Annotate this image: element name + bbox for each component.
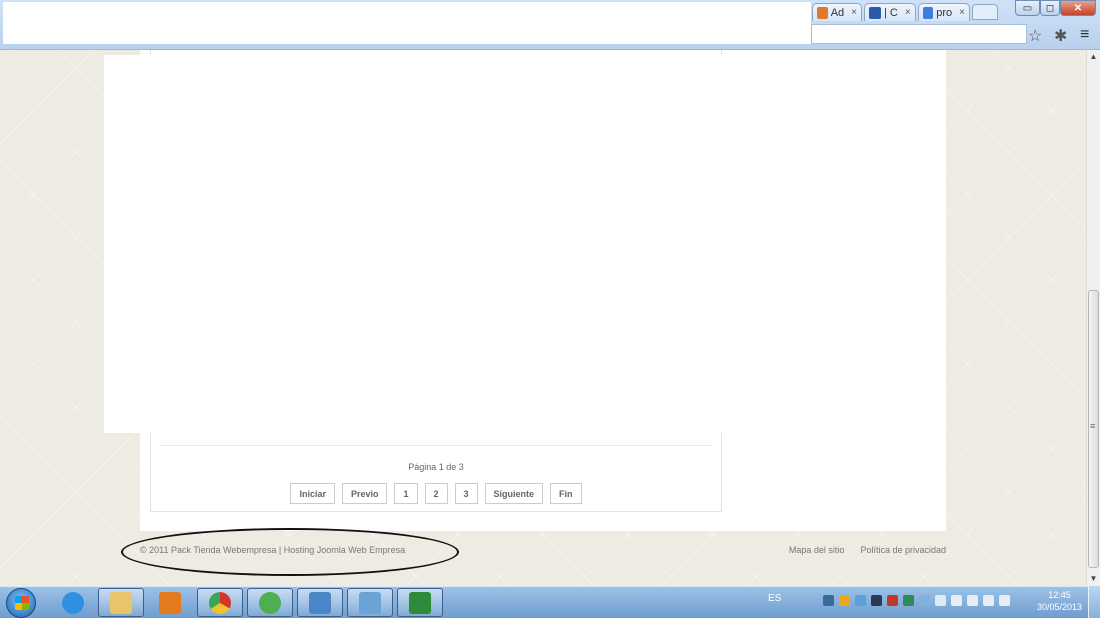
tray-volume-icon[interactable]	[999, 595, 1010, 606]
messenger-icon	[259, 591, 281, 614]
start-button[interactable]	[6, 588, 36, 618]
tray-app-icon[interactable]	[855, 595, 866, 606]
notes-icon	[359, 591, 381, 614]
excel-icon	[409, 591, 431, 614]
tab-favicon-icon	[869, 6, 881, 19]
minimize-button[interactable]: ▭	[1015, 0, 1040, 16]
tab-favicon-icon	[923, 6, 934, 19]
redacted-region	[3, 2, 811, 44]
address-bar[interactable]	[811, 24, 1027, 44]
pager-first-button[interactable]: Iniciar	[290, 483, 335, 504]
pagination: Iniciar Previo 1 2 3 Siguiente Fin	[150, 483, 722, 504]
clock[interactable]: 12:45 30/05/2013	[1037, 589, 1082, 613]
system-tray	[823, 595, 1010, 606]
windows-logo-icon	[15, 596, 29, 610]
tray-network-icon[interactable]	[823, 595, 834, 606]
tray-sync-icon[interactable]	[919, 595, 930, 606]
tab-close-icon[interactable]: ×	[905, 7, 911, 18]
media-player-icon	[159, 591, 181, 614]
vertical-scrollbar[interactable]: ▲ ≡ ▼	[1086, 50, 1100, 586]
taskbar-app[interactable]	[297, 588, 343, 617]
tray-signal-icon[interactable]	[983, 595, 994, 606]
footer-link-sitemap[interactable]: Mapa del sitio	[789, 545, 845, 555]
web-page: Página 1 de 3 Iniciar Previo 1 2 3 Sigui…	[0, 50, 1086, 586]
taskbar-app[interactable]	[397, 588, 443, 617]
file-explorer-icon	[110, 591, 132, 614]
tray-flag-icon[interactable]	[951, 595, 962, 606]
tray-device-icon[interactable]	[967, 595, 978, 606]
pager-page-2[interactable]: 2	[424, 483, 448, 504]
pagination-info: Página 1 de 3	[408, 462, 464, 472]
browser-tab[interactable]: pro ×	[918, 3, 970, 21]
extension-icon[interactable]: ✱	[1054, 26, 1067, 46]
scroll-down-icon[interactable]: ▼	[1087, 572, 1100, 586]
taskbar-app[interactable]	[197, 588, 243, 617]
tray-security-icon[interactable]	[903, 595, 914, 606]
scroll-up-icon[interactable]: ▲	[1087, 50, 1100, 64]
pager-page-3[interactable]: 3	[454, 483, 478, 504]
tab-close-icon[interactable]: ×	[851, 7, 857, 18]
taskbar-app[interactable]	[247, 588, 293, 617]
tray-alert-icon[interactable]	[887, 595, 898, 606]
scroll-thumb[interactable]: ≡	[1088, 290, 1099, 568]
browser-tab[interactable]: Ad ×	[812, 3, 862, 21]
menu-icon[interactable]: ≡	[1080, 26, 1089, 44]
tray-display-icon[interactable]	[935, 595, 946, 606]
clock-time: 12:45	[1048, 590, 1071, 600]
taskbar-app[interactable]	[98, 588, 144, 617]
tab-label: Ad	[830, 6, 845, 19]
tab-favicon-icon	[817, 6, 828, 19]
pager-previous-button[interactable]: Previo	[341, 483, 388, 504]
annotation-ellipse	[121, 528, 459, 576]
internet-explorer-icon	[62, 591, 84, 614]
pager-next-button[interactable]: Siguiente	[484, 483, 544, 504]
pager-last-button[interactable]: Fin	[550, 483, 582, 504]
taskbar-app[interactable]	[347, 588, 393, 617]
clock-date: 30/05/2013	[1036, 602, 1082, 612]
close-window-button[interactable]: ✕	[1060, 0, 1096, 16]
language-indicator[interactable]: ES	[768, 593, 781, 604]
pager-page-1[interactable]: 1	[394, 483, 418, 504]
show-desktop-button[interactable]	[1088, 586, 1100, 618]
redacted-region	[104, 55, 946, 433]
browser-tab[interactable]: | C ×	[864, 3, 916, 21]
footer-links: Mapa del sitio Política de privacidad	[789, 545, 946, 555]
new-tab-button[interactable]	[972, 4, 998, 20]
tray-monitor-icon[interactable]	[871, 595, 882, 606]
browser-chrome: Ad × | C × pro × ▭ ◻ ✕ ☆ ✱ ≡	[0, 0, 1100, 50]
tab-label: pro	[936, 6, 953, 19]
footer-link-privacy[interactable]: Política de privacidad	[860, 545, 946, 555]
image-viewer-icon	[309, 591, 331, 614]
tab-close-icon[interactable]: ×	[959, 7, 965, 18]
bookmark-star-icon[interactable]: ☆	[1028, 26, 1042, 46]
taskbar-app[interactable]	[50, 588, 96, 617]
maximize-button[interactable]: ◻	[1040, 0, 1060, 16]
divider	[160, 445, 712, 446]
taskbar-app[interactable]	[147, 588, 193, 617]
chrome-icon	[209, 591, 231, 614]
tray-update-icon[interactable]	[839, 595, 850, 606]
windows-taskbar	[0, 586, 1100, 618]
tab-label: | C	[884, 6, 898, 19]
scroll-grip-icon: ≡	[1090, 421, 1096, 431]
